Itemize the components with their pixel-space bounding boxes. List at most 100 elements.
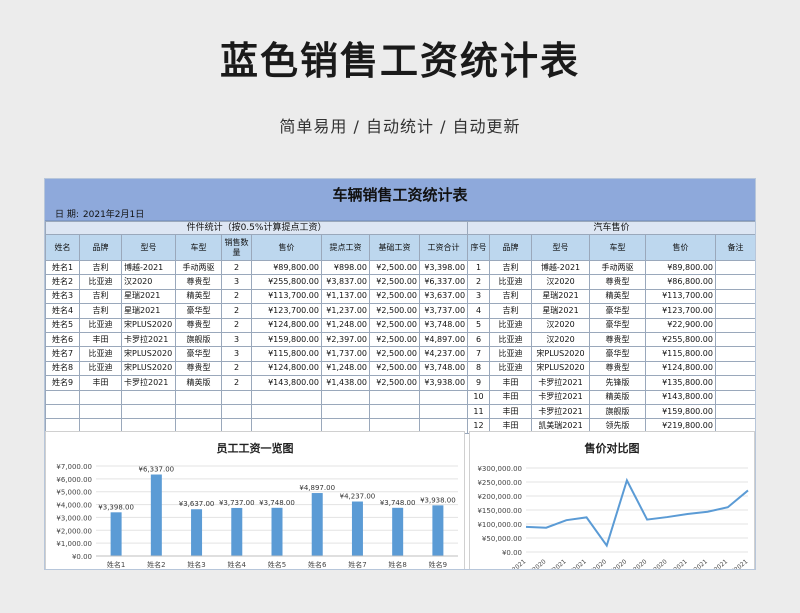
table-cell: ¥135,800.00 (645, 375, 716, 391)
table-cell: 精英型 (589, 288, 646, 305)
y-tick-label: ¥300,000.00 (477, 465, 522, 473)
table-cell: 丰田 (79, 331, 122, 348)
table-cell: ¥898.00 (321, 259, 370, 276)
table-cell: 宋PLUS2020 (121, 317, 176, 333)
data-label: ¥6,337.00 (139, 466, 175, 474)
table-cell: 吉利 (489, 303, 532, 319)
table-cell: 卡罗拉2021 (121, 375, 176, 391)
y-tick-label: ¥3,000.00 (56, 514, 92, 522)
x-tick-label: 汉2020 (607, 557, 629, 570)
table-cell: 星瑞2021 (531, 303, 590, 319)
table-cell: 姓名2 (45, 274, 80, 290)
bar (150, 474, 162, 556)
column-header: 工资合计 (418, 234, 469, 261)
data-label: ¥3,637.00 (179, 500, 215, 508)
table-cell: 汉2020 (531, 331, 590, 348)
bar (432, 505, 444, 556)
series-line (525, 477, 749, 548)
empty-cell (251, 403, 322, 420)
table-row (45, 389, 469, 405)
table-cell: 10 (467, 389, 490, 405)
table-cell: ¥115,800.00 (645, 346, 716, 362)
table-cell (714, 274, 755, 290)
table-cell: ¥123,700.00 (251, 303, 322, 319)
empty-cell (175, 389, 222, 405)
column-header: 基础工资 (369, 234, 420, 261)
table-cell: 豪华型 (175, 303, 222, 319)
table-cell: 旗舰版 (589, 403, 646, 420)
table-cell: 2 (221, 360, 252, 377)
table-cell: ¥2,500.00 (369, 346, 420, 362)
table-cell: 2 (221, 259, 252, 276)
table-cell: ¥2,500.00 (369, 303, 420, 319)
column-header: 型号 (121, 234, 176, 261)
table-cell: ¥86,800.00 (645, 274, 716, 290)
table-cell: 宋PLUS2020 (121, 346, 176, 362)
table-cell: ¥2,500.00 (369, 331, 420, 348)
table-row: 姓名4 吉利 星瑞2021 豪华型 2 ¥123,700.00 ¥1,237.00 ¥2,50… (45, 303, 469, 319)
table-cell: 吉利 (489, 259, 532, 276)
table-cell (714, 403, 755, 420)
empty-cell (221, 389, 252, 405)
table-cell (714, 360, 755, 377)
table-cell: 6 (467, 331, 490, 348)
empty-cell (418, 389, 469, 405)
x-tick-label: 姓名3 (187, 560, 205, 569)
table-row (45, 403, 469, 420)
data-label: ¥3,748.00 (259, 499, 295, 507)
group-header-right: 汽车售价 (466, 221, 755, 235)
table-cell: ¥255,800.00 (251, 274, 322, 290)
table-cell: ¥115,800.00 (251, 346, 322, 362)
table-cell: ¥3,398.00 (418, 259, 469, 276)
table-row: 8 比亚迪 宋PLUS2020 尊贵型 ¥124,800.00 (467, 360, 755, 377)
table-cell: ¥255,800.00 (645, 331, 716, 348)
table-cell: ¥3,837.00 (321, 274, 370, 290)
table-cell: ¥1,248.00 (321, 360, 370, 377)
group-header-row: 汽车售价 (466, 221, 755, 235)
table-cell: 丰田 (489, 375, 532, 391)
sheet-date: 日 期: 2021年2月1日 (55, 207, 144, 220)
table-cell: 丰田 (489, 389, 532, 405)
table-row: 姓名1 吉利 博越-2021 手动两驱 2 ¥89,800.00 ¥898.00 ¥2,500… (45, 259, 469, 276)
table-cell: 尊贵型 (175, 274, 222, 290)
table-cell: 比亚迪 (489, 346, 532, 362)
table-cell: 姓名7 (45, 346, 80, 362)
table-cell: ¥3,748.00 (418, 317, 469, 333)
table-cell: 姓名4 (45, 303, 80, 319)
table-cell: ¥1,737.00 (321, 346, 370, 362)
bar (271, 507, 283, 556)
table-cell: 宋PLUS2020 (121, 360, 176, 377)
table-cell: 豪华型 (589, 317, 646, 333)
empty-cell (121, 403, 176, 420)
page-subtitle: 简单易用 / 自动统计 / 自动更新 (279, 117, 521, 136)
table-cell: 3 (221, 274, 252, 290)
table-row: 1 吉利 博越-2021 手动两驱 ¥89,800.00 (467, 259, 755, 276)
table-cell: ¥2,500.00 (369, 375, 420, 391)
table-cell: ¥159,800.00 (645, 403, 716, 420)
table-cell: 吉利 (489, 288, 532, 305)
table-cell: 豪华型 (589, 346, 646, 362)
table-cell: 3 (467, 288, 490, 305)
table-row: 4 吉利 星瑞2021 豪华型 ¥123,700.00 (467, 303, 755, 319)
table-cell: 比亚迪 (79, 317, 122, 333)
table-cell: 豪华型 (175, 346, 222, 362)
column-header: 姓名 (45, 234, 80, 261)
table-cell: ¥89,800.00 (251, 259, 322, 276)
table-cell: ¥1,438.00 (321, 375, 370, 391)
table-cell: 宋PLUS2020 (531, 346, 590, 362)
table-cell: 汉2020 (531, 274, 590, 290)
table-cell: 手动两驱 (175, 259, 222, 276)
table-cell: 旗舰版 (175, 331, 222, 348)
date-value: 2021年2月1日 (82, 210, 145, 220)
page-title: 蓝色销售工资统计表 (219, 39, 580, 83)
group-header-left: 件件统计（按0.5%计算提点工资） (45, 221, 469, 235)
column-header: 销售数量 (221, 234, 252, 261)
table-row: 10 丰田 卡罗拉2021 精英版 ¥143,800.00 (467, 389, 755, 405)
table-cell: ¥1,248.00 (321, 317, 370, 333)
table-cell: ¥124,800.00 (251, 317, 322, 333)
table-cell: ¥124,800.00 (251, 360, 322, 377)
table-cell: ¥143,800.00 (251, 375, 322, 391)
table-cell: ¥113,700.00 (645, 288, 716, 305)
x-tick-label: 姓名6 (308, 560, 327, 569)
table-cell: ¥1,237.00 (321, 303, 370, 319)
